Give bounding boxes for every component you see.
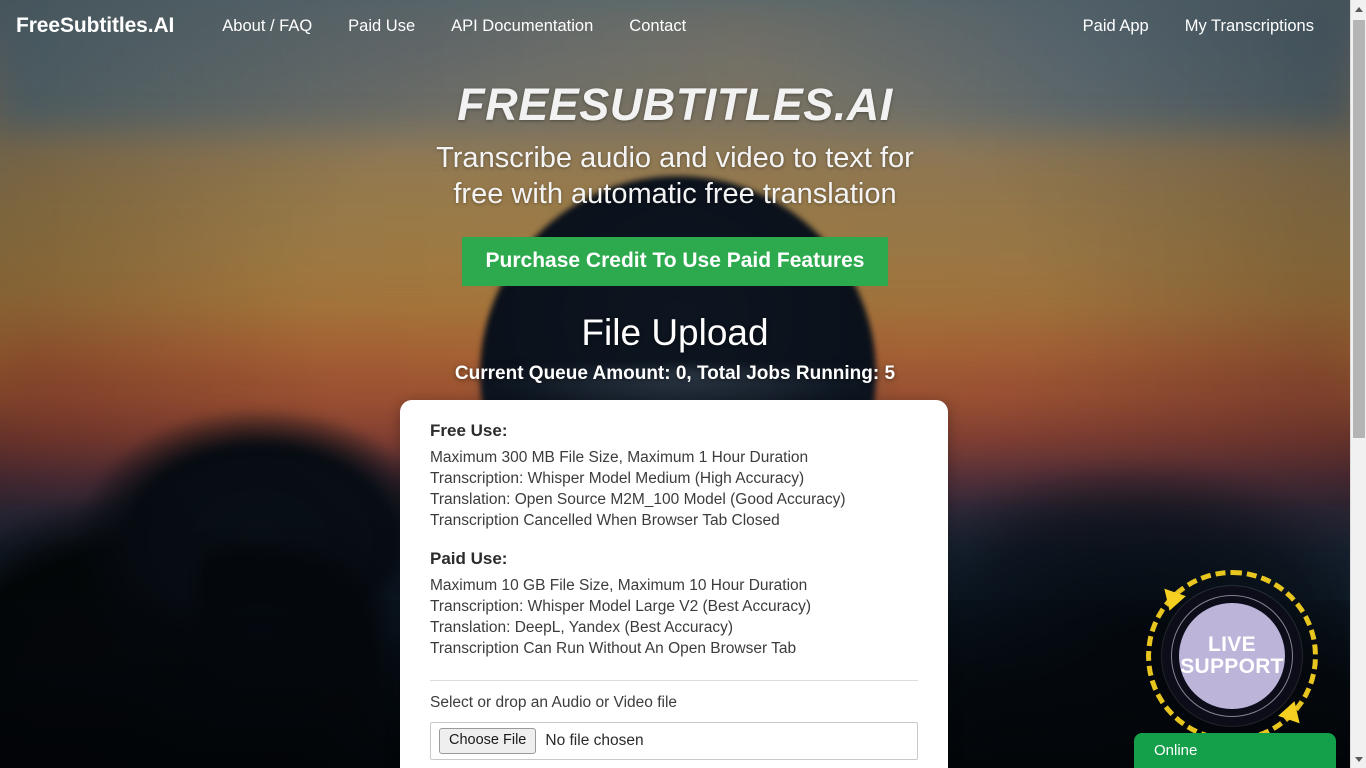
hero-section: FREESUBTITLES.AI Transcribe audio and vi… bbox=[0, 52, 1350, 385]
file-upload-card: Free Use: Maximum 300 MB File Size, Maxi… bbox=[400, 400, 948, 768]
nav-link-api-documentation[interactable]: API Documentation bbox=[433, 17, 611, 36]
nav-link-paid-use[interactable]: Paid Use bbox=[330, 17, 433, 36]
live-support-button[interactable]: LIVE SUPPORT bbox=[1146, 570, 1318, 742]
hero-subtitle-line-1: Transcribe audio and video to text for bbox=[436, 142, 914, 175]
nav-link-paid-app[interactable]: Paid App bbox=[1065, 17, 1167, 36]
live-support-label-line-2: SUPPORT bbox=[1180, 655, 1284, 678]
queue-status-text: Current Queue Amount: 0, Total Jobs Runn… bbox=[454, 362, 896, 384]
scrollbar-down-arrow[interactable] bbox=[1351, 750, 1366, 768]
chevron-up-icon bbox=[1355, 6, 1363, 12]
purchase-credit-button[interactable]: Purchase Credit To Use Paid Features bbox=[461, 237, 889, 286]
paid-use-title: Paid Use: bbox=[430, 548, 508, 568]
live-chat-status-bar[interactable]: Online bbox=[1134, 733, 1336, 768]
hero-subtitle: Transcribe audio and video to text for f… bbox=[0, 141, 1350, 212]
file-upload-heading: File Upload bbox=[581, 312, 769, 353]
secondary-nav-links: Paid App My Transcriptions bbox=[1065, 17, 1332, 36]
hero-subtitle-line-2: free with automatic free translation bbox=[453, 177, 897, 210]
file-select-label: Select or drop an Audio or Video file bbox=[430, 693, 678, 711]
free-use-title: Free Use: bbox=[430, 421, 508, 440]
nav-link-contact[interactable]: Contact bbox=[611, 17, 704, 36]
live-chat-status-label: Online bbox=[1154, 742, 1198, 759]
scrollbar-thumb[interactable] bbox=[1353, 20, 1365, 438]
free-use-line-3: Translation: Open Source M2M_100 Model (… bbox=[430, 490, 846, 508]
section-divider bbox=[430, 679, 918, 681]
top-navigation-bar: FreeSubtitles.AI About / FAQ Paid Use AP… bbox=[0, 0, 1350, 52]
site-brand-logo[interactable]: FreeSubtitles.AI bbox=[16, 14, 174, 38]
chosen-file-name: No file chosen bbox=[545, 731, 644, 749]
paid-use-line-2: Transcription: Whisper Model Large V2 (B… bbox=[430, 597, 812, 615]
paid-use-line-1: Maximum 10 GB File Size, Maximum 10 Hour… bbox=[430, 576, 808, 594]
paid-use-section: Paid Use: Maximum 10 GB File Size, Maxim… bbox=[430, 548, 918, 659]
free-use-line-4: Transcription Cancelled When Browser Tab… bbox=[430, 511, 780, 529]
page-scrollbar[interactable] bbox=[1350, 0, 1366, 768]
nav-link-my-transcriptions[interactable]: My Transcriptions bbox=[1167, 17, 1332, 36]
free-use-line-1: Maximum 300 MB File Size, Maximum 1 Hour… bbox=[430, 448, 809, 466]
primary-nav-links: About / FAQ Paid Use API Documentation C… bbox=[204, 17, 704, 36]
scrollbar-up-arrow[interactable] bbox=[1351, 0, 1366, 18]
free-use-section: Free Use: Maximum 300 MB File Size, Maxi… bbox=[430, 420, 918, 531]
live-support-inner-circle: LIVE SUPPORT bbox=[1179, 603, 1285, 709]
page-title: FREESUBTITLES.AI bbox=[457, 79, 893, 130]
live-support-label-line-1: LIVE bbox=[1208, 633, 1256, 656]
file-input-row[interactable]: Choose File No file chosen bbox=[430, 721, 918, 760]
choose-file-button[interactable]: Choose File bbox=[439, 728, 537, 754]
nav-link-about-faq[interactable]: About / FAQ bbox=[204, 17, 330, 36]
free-use-line-2: Transcription: Whisper Model Medium (Hig… bbox=[430, 469, 805, 487]
chevron-down-icon bbox=[1355, 756, 1363, 762]
paid-use-line-4: Transcription Can Run Without An Open Br… bbox=[430, 639, 797, 657]
paid-use-line-3: Translation: DeepL, Yandex (Best Accurac… bbox=[430, 618, 733, 636]
